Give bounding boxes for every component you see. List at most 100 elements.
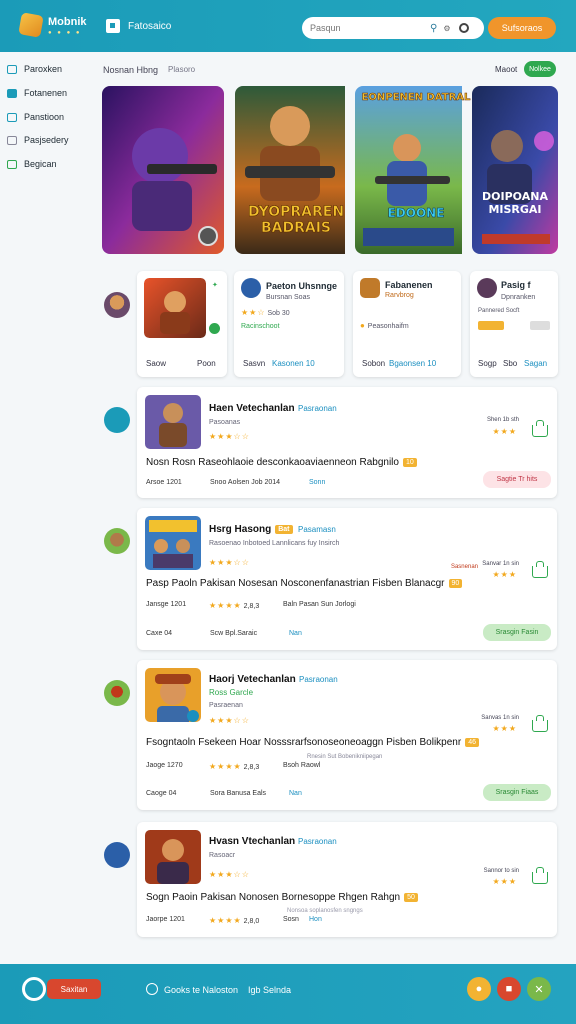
item-description: Nosn Rosn Raseohlaoie desconkaoaviaenneo… (146, 457, 417, 468)
cart-icon[interactable] (532, 867, 548, 884)
featured-card-4[interactable]: Pasig f Dpnranken Pannered Socft Sogp Sb… (470, 271, 558, 377)
game-thumbnail (145, 516, 201, 570)
gift-icon[interactable]: ■ (497, 977, 521, 1001)
item-badge: 10 (402, 457, 417, 467)
featured-card-3[interactable]: Fabanenen Rarvbrog ● Peasonhaifm Sobon B… (353, 271, 461, 377)
section-icon[interactable] (106, 19, 120, 33)
item-link[interactable]: Hon (309, 916, 322, 923)
item-subtitle: Rasoenao Inbotoed Lannlicans fuy Insirch (209, 540, 340, 547)
header-section-label[interactable]: Fatosaico (128, 21, 171, 32)
item-tag[interactable]: Pasraonan (298, 404, 337, 413)
see-all-link[interactable]: Maoot (495, 65, 517, 74)
item-meta-extra-2: Rnesin Sut Bobenikniipegan (307, 754, 383, 760)
folder-icon (7, 88, 17, 98)
item-rating-meta: ★★★★ 2,8,0 (209, 916, 260, 925)
item-foot-mid: Sora Banusa Eals (210, 790, 267, 797)
search-bar[interactable]: ⚲ ⚙ (302, 17, 484, 39)
category-icon[interactable] (104, 680, 130, 706)
item-title[interactable]: Haorj Vetechanlan (209, 674, 296, 685)
card-footer-mid: Sbo (503, 359, 518, 368)
bottom-bar: Saxitan Gooks te Naloston Igb Selnda ● ■… (0, 964, 576, 1024)
game-banner-2[interactable]: DYOPRAREN BADRAIS (235, 86, 357, 254)
section-pill-button[interactable]: Nolkee (524, 61, 556, 77)
banner-art (102, 86, 224, 254)
item-tag[interactable]: Pasraonan (298, 837, 337, 846)
item-action-button[interactable]: Sagtie Tr hits (483, 471, 551, 488)
card-rating: ● Peasonhaifm (360, 321, 409, 330)
footer-primary-button[interactable]: Saxitan (47, 979, 101, 999)
right-rating-stars: ★★★ (492, 877, 517, 886)
cart-icon[interactable] (532, 420, 548, 437)
sidebar-item-3[interactable]: Panstioon (7, 112, 64, 122)
list-item-4[interactable]: Hvasn Vtechanlan Pasraonan Rasoacr ★★★☆☆… (137, 822, 557, 937)
refresh-icon[interactable] (458, 23, 469, 33)
game-banner-1[interactable] (102, 86, 224, 254)
item-title[interactable]: Haen Vetechanlan (209, 403, 295, 414)
rating-stars: ★★★☆☆ (209, 558, 250, 567)
item-meta-extra: Sosn (283, 916, 299, 923)
toggle-badge[interactable] (530, 321, 550, 330)
category-icon[interactable] (104, 842, 130, 868)
card-footer-right[interactable]: Poon (197, 359, 216, 368)
filter-icon[interactable]: ⚲ (430, 23, 437, 34)
item-link[interactable]: Sonn (309, 479, 325, 486)
sparkle-icon: ✦ (212, 282, 218, 289)
item-subtitle: Ross Garcle (209, 688, 254, 697)
item-link[interactable]: Nan (289, 790, 302, 797)
item-tag[interactable]: Pasraonan (299, 675, 338, 684)
game-banner-4[interactable]: DOIPOANA MISRGAI (472, 86, 558, 254)
list-item-1[interactable]: Haen Vetechanlan Pasraonan Pasoanas ★★★☆… (137, 387, 557, 498)
home-icon[interactable] (22, 977, 46, 1001)
settings-icon[interactable]: ⚙ (443, 24, 450, 33)
featured-card-2[interactable]: Paeton Uhsnnge Bursnan Soas ★★☆ Sob 30 R… (234, 271, 344, 377)
search-input[interactable] (310, 23, 410, 33)
footer-link-1[interactable]: Gooks te Naloston (164, 985, 238, 995)
header-cta-button[interactable]: Sufsoraos (488, 17, 556, 39)
item-title[interactable]: Hvasn Vtechanlan (209, 836, 295, 847)
cart-icon[interactable] (532, 715, 548, 732)
sidebar-item-label: Begican (24, 159, 57, 169)
list-item-2[interactable]: Hsrg Hasong Bat Pasamasn Rasoenao Inbotoe… (137, 508, 557, 650)
brand-logo-icon[interactable] (18, 12, 44, 38)
sidebar-item-1[interactable]: Paroxken (7, 64, 62, 74)
card-footer-link[interactable]: Kasonen 10 (272, 359, 315, 368)
banner-subtitle: EDOONE (387, 206, 445, 221)
coin-icon[interactable]: ● (467, 977, 491, 1001)
featured-card-1[interactable]: ✦ Saow Poon (137, 271, 227, 377)
rating-stars: ★★★★ (209, 601, 242, 610)
item-link[interactable]: Nan (289, 630, 302, 637)
game-thumbnail (145, 830, 201, 884)
card-subtitle: Dpnranken (501, 294, 536, 301)
banner-art (472, 86, 558, 254)
item-right-label: Sanvar 1n sin (482, 561, 519, 567)
item-title[interactable]: Hsrg Hasong Bat (209, 524, 293, 535)
list-item-3[interactable]: Haorj Vetechanlan Pasraonan Ross Garcle … (137, 660, 557, 810)
user-avatar[interactable] (104, 292, 130, 318)
card-footer-link[interactable]: Bgaonsen 10 (389, 359, 436, 368)
title-badge: Bat (275, 524, 293, 534)
sidebar-item-label: Panstioon (24, 112, 65, 122)
item-meta-left: Jaoge 1270 (146, 762, 183, 769)
sidebar-item-5[interactable]: Begican (7, 159, 57, 169)
game-banner-3[interactable]: EONPENEN DATRAL EDOONE (355, 86, 477, 254)
controller-icon[interactable]: ✕ (527, 977, 551, 1001)
top-header: Mobnik ● ● ● ● Fatosaico ⚲ ⚙ Sufsoraos (0, 0, 576, 52)
right-rating-stars: ★★★ (492, 427, 517, 436)
item-meta-extra-2: Nonsoa soplanosfen sngngs (287, 908, 363, 914)
cart-icon[interactable] (532, 561, 548, 578)
sidebar-item-label: Fotanenen (24, 88, 68, 98)
item-tag[interactable]: Pasamasn (298, 525, 336, 534)
item-subtitle-2: Pasraenan (209, 702, 243, 709)
game-icon (477, 278, 497, 298)
category-icon[interactable] (104, 528, 130, 554)
category-icon[interactable] (104, 407, 130, 433)
card-footer-link[interactable]: Sagan (524, 359, 547, 368)
sidebar-item-4[interactable]: Pasjsedery (7, 135, 69, 145)
item-action-button[interactable]: Srasgin Fasin (483, 624, 551, 641)
sidebar-item-2[interactable]: Fotanenen (7, 88, 67, 98)
section-subtitle: Plasoro (168, 65, 196, 74)
item-meta-extra: Bsoh Raowl (283, 762, 321, 769)
item-action-button[interactable]: Srasgin Fiaas (483, 784, 551, 801)
footer-link-2[interactable]: Igb Selnda (248, 985, 291, 995)
item-badge: 46 (465, 737, 479, 747)
